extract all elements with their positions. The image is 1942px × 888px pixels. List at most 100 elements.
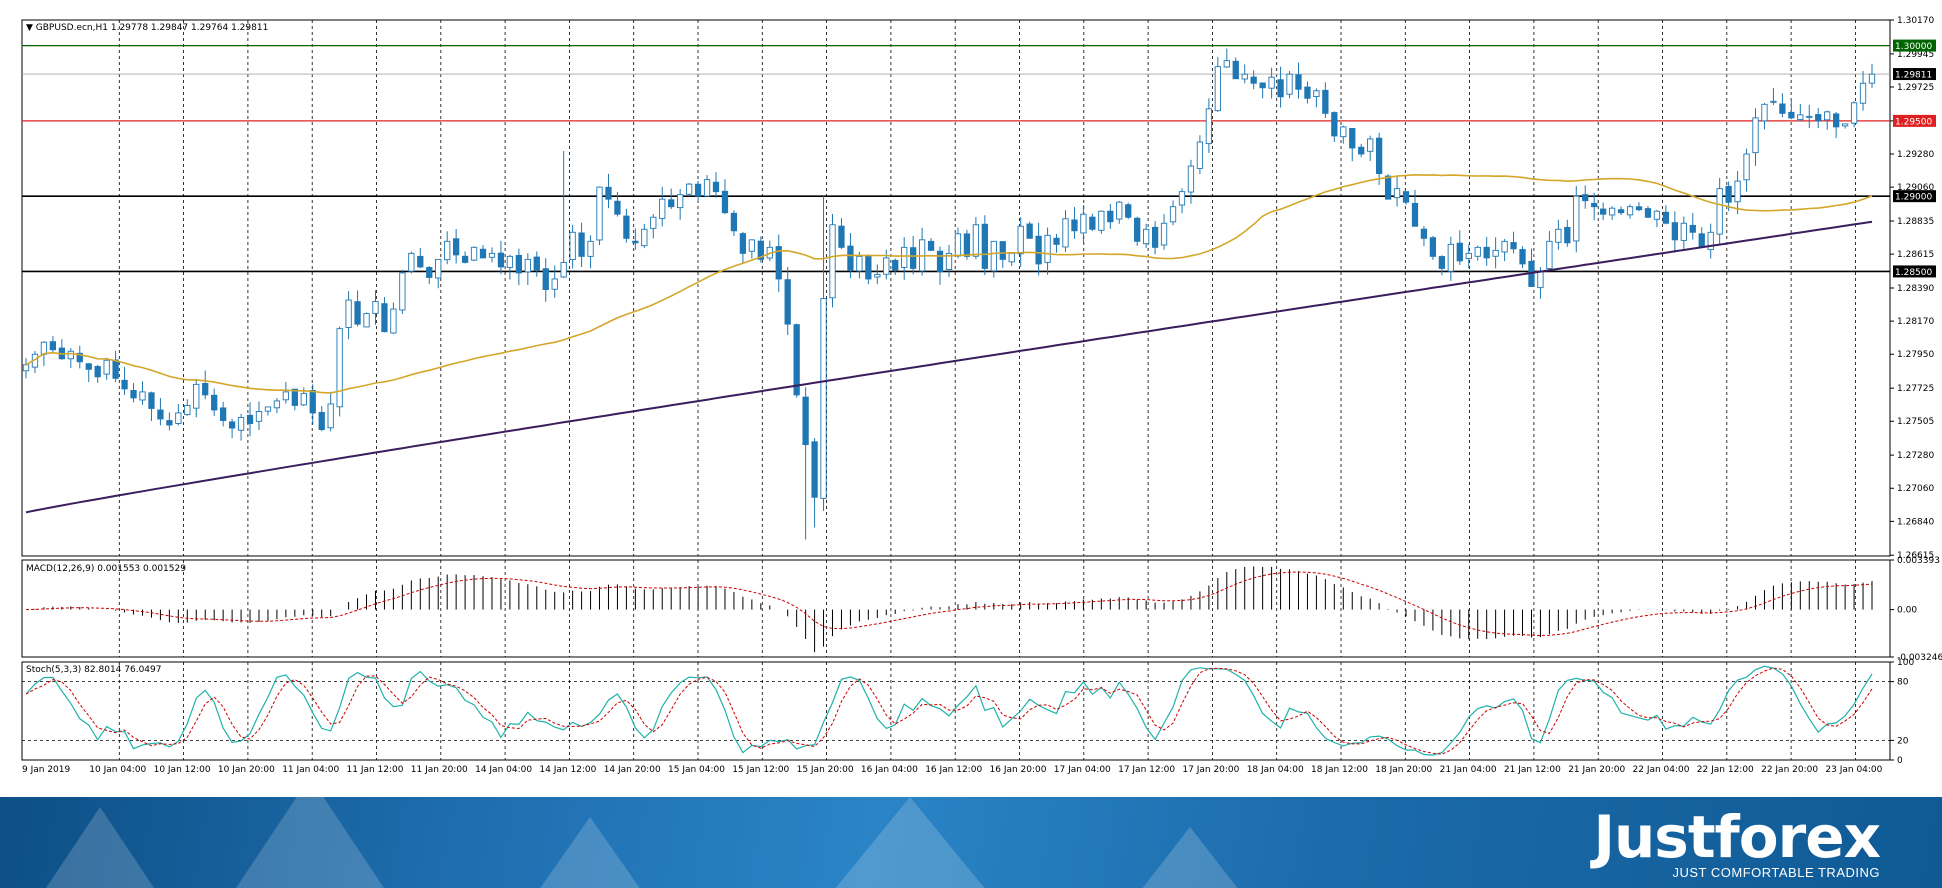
price-tick-label: 1.29280 bbox=[1897, 150, 1934, 160]
candle bbox=[936, 250, 944, 272]
candle bbox=[1429, 237, 1437, 257]
candle bbox=[1859, 82, 1867, 104]
candle bbox=[246, 414, 254, 424]
candle bbox=[1447, 243, 1454, 272]
macd-panel bbox=[21, 559, 1891, 658]
time-tick-label: 9 Jan 2019 bbox=[22, 765, 70, 775]
candle bbox=[291, 388, 298, 406]
candle bbox=[497, 252, 505, 268]
candle bbox=[228, 421, 236, 429]
time-tick-label: 22 Jan 04:00 bbox=[1633, 765, 1690, 775]
candle bbox=[1456, 242, 1463, 262]
candle bbox=[1698, 233, 1705, 248]
candle bbox=[408, 252, 415, 272]
candle bbox=[838, 225, 845, 248]
candle bbox=[1250, 76, 1257, 84]
candle bbox=[1160, 222, 1168, 246]
candle bbox=[524, 258, 531, 273]
time-tick-label: 10 Jan 20:00 bbox=[218, 765, 275, 775]
candle bbox=[650, 216, 657, 229]
candle bbox=[533, 256, 540, 271]
time-tick-label: 11 Jan 20:00 bbox=[411, 765, 468, 775]
time-tick-label: 10 Jan 04:00 bbox=[89, 765, 146, 775]
candle bbox=[901, 246, 908, 268]
candle bbox=[802, 396, 809, 446]
candle bbox=[614, 200, 621, 215]
time-tick-label: 14 Jan 04:00 bbox=[475, 765, 532, 775]
stoch-panel bbox=[21, 661, 1891, 761]
candle bbox=[1483, 246, 1490, 259]
level-label: 1.28500 bbox=[1895, 268, 1932, 278]
candle bbox=[1053, 237, 1060, 245]
time-tick-label: 17 Jan 20:00 bbox=[1182, 765, 1239, 775]
candle bbox=[739, 233, 747, 254]
candle bbox=[1438, 256, 1446, 269]
candle bbox=[1501, 240, 1508, 253]
candle bbox=[1689, 224, 1696, 233]
time-tick-label: 14 Jan 12:00 bbox=[539, 765, 596, 775]
candle bbox=[874, 273, 881, 278]
time-tick-label: 21 Jan 12:00 bbox=[1504, 765, 1561, 775]
candle bbox=[49, 341, 57, 351]
candle bbox=[981, 223, 988, 269]
price-chart-svg[interactable]: 9 Jan 2019 10 Jan 04:00 10 Jan 12:00 10 Jan… bbox=[0, 0, 1942, 797]
stoch-tick-label: 80 bbox=[1897, 678, 1909, 688]
candle bbox=[784, 279, 791, 325]
brand-banner: Justforex JUST COMFORTABLE TRADING bbox=[0, 797, 1942, 888]
candle bbox=[488, 252, 496, 258]
candle bbox=[1743, 153, 1750, 181]
candle bbox=[1367, 138, 1374, 152]
candle bbox=[1340, 126, 1347, 138]
candle bbox=[470, 246, 478, 261]
candle bbox=[336, 328, 343, 408]
candle bbox=[1169, 206, 1177, 223]
stoch-tick-label: 100 bbox=[1897, 658, 1914, 668]
time-tick-label: 23 Jan 04:00 bbox=[1825, 765, 1882, 775]
candle bbox=[184, 404, 191, 416]
price-tick-label: 1.28835 bbox=[1897, 217, 1934, 227]
stoch-tick-label: 20 bbox=[1897, 736, 1909, 746]
candle bbox=[730, 212, 738, 232]
price-tick-label: 1.26840 bbox=[1897, 517, 1934, 527]
price-tick-label: 1.27725 bbox=[1897, 384, 1934, 394]
candle bbox=[1608, 207, 1616, 216]
candle bbox=[1304, 86, 1311, 99]
candle bbox=[659, 198, 666, 219]
candle bbox=[1635, 206, 1643, 211]
candle bbox=[506, 255, 514, 268]
time-tick-label: 22 Jan 20:00 bbox=[1761, 765, 1818, 775]
time-tick-label: 21 Jan 20:00 bbox=[1568, 765, 1625, 775]
candle bbox=[1833, 113, 1840, 128]
candle bbox=[354, 301, 361, 325]
candle bbox=[166, 420, 173, 426]
candle bbox=[972, 224, 980, 257]
candle bbox=[1196, 141, 1204, 169]
candle bbox=[426, 267, 433, 278]
stoch-label: Stoch(5,3,3) 82.8014 76.0497 bbox=[26, 665, 161, 675]
candle bbox=[1725, 185, 1732, 203]
candle bbox=[1626, 206, 1634, 216]
candle bbox=[1510, 242, 1517, 250]
chart-window: 9 Jan 2019 10 Jan 04:00 10 Jan 12:00 10 Jan… bbox=[0, 0, 1942, 888]
candle bbox=[1492, 249, 1499, 257]
candle bbox=[255, 411, 263, 422]
candle bbox=[1223, 60, 1230, 68]
candle bbox=[1546, 240, 1553, 269]
candle bbox=[1322, 89, 1329, 114]
price-panel bbox=[21, 19, 1891, 557]
stoch-tick-label: 0 bbox=[1897, 756, 1903, 766]
price-tick-label: 1.28390 bbox=[1897, 284, 1934, 294]
candle bbox=[542, 268, 549, 290]
time-tick-label: 17 Jan 12:00 bbox=[1118, 765, 1175, 775]
candle bbox=[1671, 222, 1678, 241]
candle bbox=[1555, 228, 1562, 243]
candle bbox=[381, 303, 388, 333]
candle bbox=[452, 238, 460, 256]
candle bbox=[999, 241, 1006, 260]
time-tick-label: 11 Jan 12:00 bbox=[347, 765, 404, 775]
candle bbox=[193, 383, 200, 409]
candle bbox=[1797, 114, 1804, 121]
candle bbox=[990, 240, 997, 272]
candle bbox=[910, 247, 917, 269]
candle bbox=[1098, 210, 1105, 231]
